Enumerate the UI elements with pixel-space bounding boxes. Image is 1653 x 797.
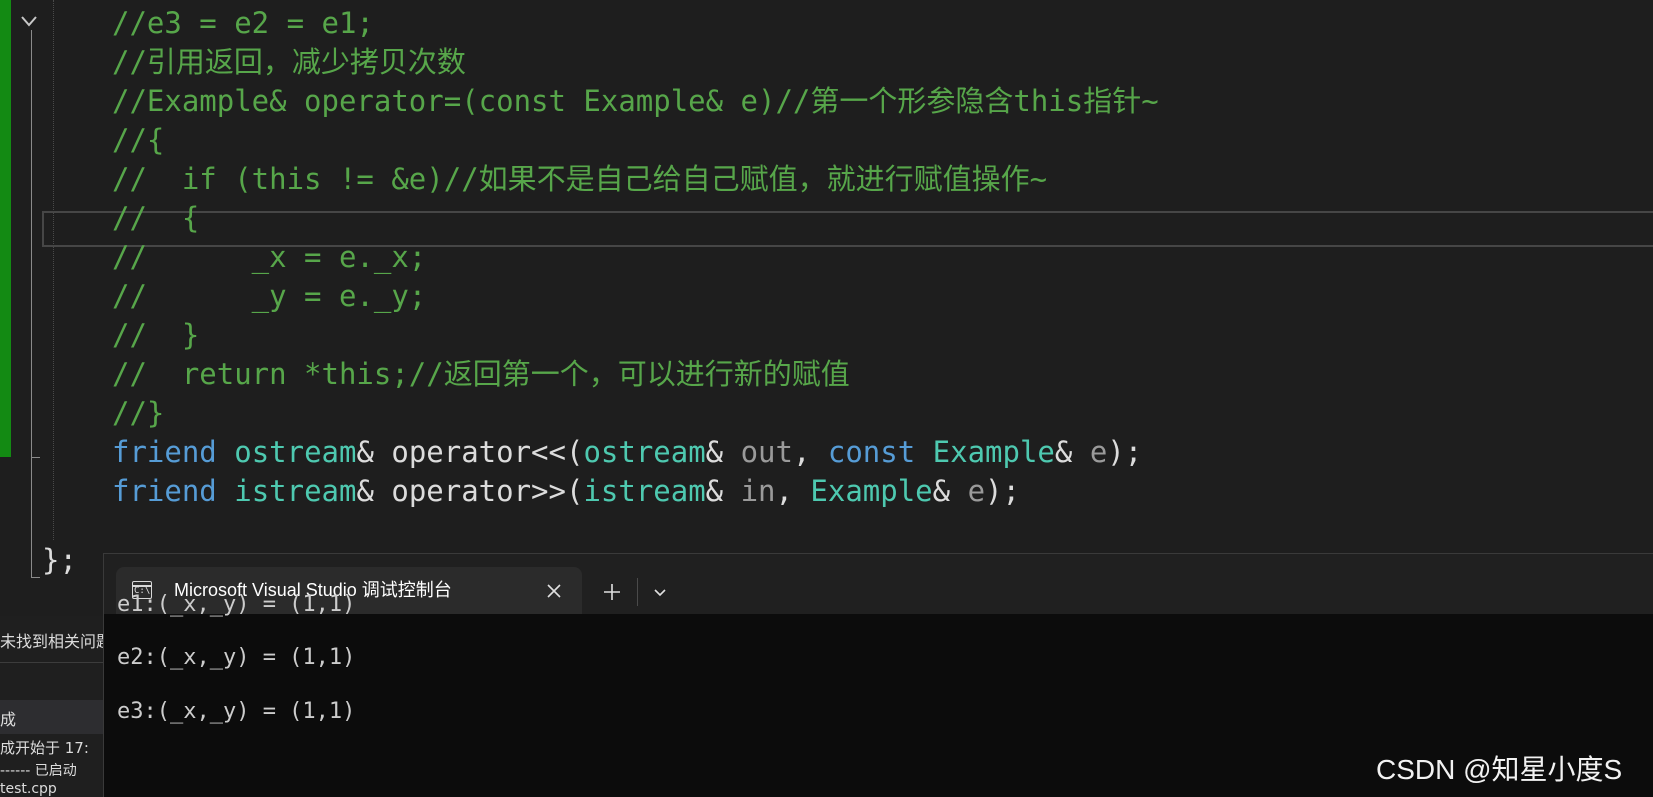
titlebar-divider [637,578,638,606]
code-token: e [967,474,986,508]
fold-guide-tick [31,457,40,458]
code-token: ostream [583,435,706,469]
code-token: Example [932,435,1055,469]
close-tab-button[interactable] [542,579,566,603]
fold-toggle[interactable] [18,10,40,32]
issues-status-text: 未找到相关问题 [0,632,113,651]
code-line[interactable]: // } [112,315,199,356]
code-token: Example [810,474,933,508]
code-token: ); [985,474,1020,508]
code-token: & operator<<( [356,435,584,469]
code-token: friend [112,435,217,469]
code-token: & operator>>( [356,474,584,508]
new-tab-button[interactable] [596,576,628,608]
code-token: e [1089,435,1108,469]
code-line[interactable]: //} [112,393,164,434]
output-line: 成开始于 17: [0,739,89,757]
code-token: in [740,474,776,508]
profile-dropdown-button[interactable] [644,576,676,608]
code-token: & [705,474,741,508]
fold-guide-end [31,577,40,578]
code-line[interactable]: // { [112,198,199,239]
code-token: & [705,435,741,469]
output-line: test.cpp [0,781,57,797]
code-line[interactable]: // _x = e._x; [112,237,426,278]
code-line[interactable]: friend istream& operator>>(istream& in, … [112,471,1020,512]
code-line[interactable]: //{ [112,120,164,161]
code-token: out [740,435,793,469]
code-token: // _x = e._x; [112,240,427,274]
code-token: & [1054,435,1090,469]
code-line[interactable]: // if (this != &e)//如果不是自己给自己赋值，就进行赋值操作~ [112,159,1047,200]
output-line: ------ 已启动 [0,763,77,779]
code-token: // } [112,318,200,352]
code-token: & [932,474,968,508]
chevron-down-icon [654,589,666,597]
code-token: //引用返回，减少拷贝次数 [112,45,466,79]
code-token: ostream [234,435,357,469]
class-closing-brace: }; [42,543,77,577]
code-token: //} [112,396,165,430]
code-token: friend [112,474,217,508]
code-line[interactable]: // return *this;//返回第一个，可以进行新的赋值 [112,354,850,395]
code-token: //e3 = e2 = e1; [112,6,374,40]
code-line[interactable]: // _y = e._y; [112,276,426,317]
code-token: istream [583,474,706,508]
indent-guide [53,0,54,540]
plus-icon [604,584,620,600]
chevron-down-icon [21,16,37,27]
close-icon [547,584,561,598]
code-token: //Example& operator=(const Example& e)//… [112,84,1159,118]
watermark: CSDN @知星小度S [1376,754,1623,785]
console-output-line: e2:(_x,_y) = (1,1) [117,645,356,670]
fold-guide-line [31,30,32,578]
console-output-line: e3:(_x,_y) = (1,1) [117,699,356,724]
code-token: const [827,435,916,469]
panel-divider [0,662,104,663]
code-token: , [792,435,828,469]
output-panel-title: 成 [0,710,17,729]
code-token: , [775,474,811,508]
code-token: ); [1107,435,1143,469]
screen: //e3 = e2 = e1; //引用返回，减少拷贝次数 //Example& o… [0,0,1653,797]
code-token: // _y = e._y; [112,279,427,313]
code-line[interactable]: friend ostream& operator<<(ostream& out,… [112,432,1142,473]
console-output-line: e1:(_x,_y) = (1,1) [117,592,356,617]
code-token: // return *this;//返回第一个，可以进行新的赋值 [112,357,850,391]
code-token: // if (this != &e)//如果不是自己给自己赋值，就进行赋值操作~ [112,162,1048,196]
code-line[interactable]: //e3 = e2 = e1; [112,3,374,44]
code-token: // { [112,201,200,235]
code-token: istream [234,474,357,508]
code-line[interactable]: //Example& operator=(const Example& e)//… [112,81,1159,122]
code-token: //{ [112,123,165,157]
code-line[interactable]: //引用返回，减少拷贝次数 [112,42,466,83]
change-tracking-bar [0,0,11,457]
